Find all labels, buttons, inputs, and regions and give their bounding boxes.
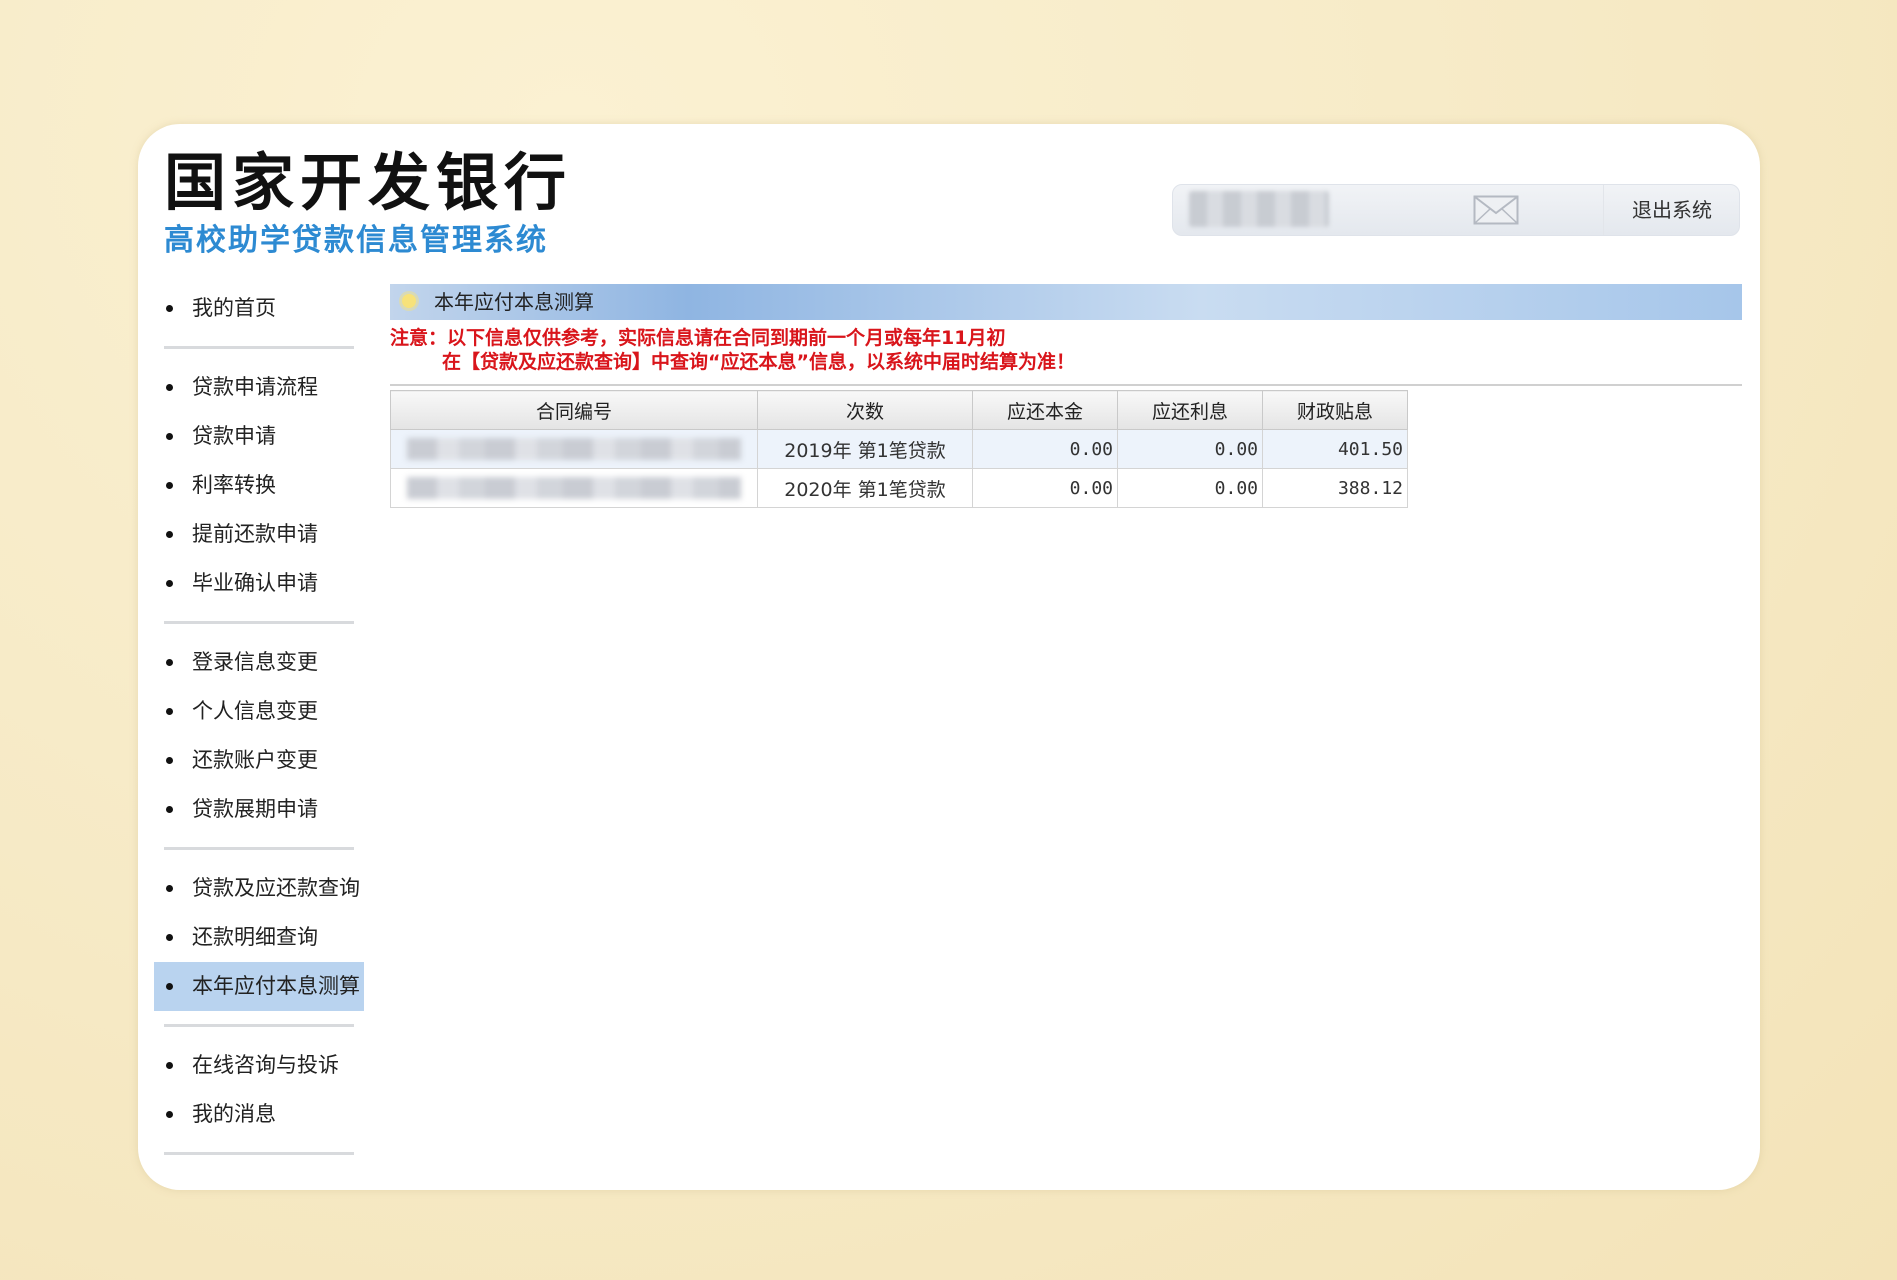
mail-icon[interactable] (1473, 195, 1519, 225)
bullet-icon (166, 757, 173, 764)
user-name-redacted (1189, 191, 1329, 227)
sidebar-item-label: 利率转换 (192, 473, 276, 497)
interest-cell: 0.00 (1117, 468, 1263, 508)
brand-logo: 国家开发银行 高校助学贷款信息管理系统 (164, 152, 572, 256)
sidebar-item-label: 我的消息 (192, 1102, 276, 1126)
sidebar-item[interactable]: 利率转换 (154, 461, 364, 510)
sidebar-item[interactable]: 贷款申请 (154, 412, 364, 461)
bullet-icon (166, 885, 173, 892)
sidebar-item-label: 毕业确认申请 (192, 571, 318, 595)
sidebar-item-label: 本年应付本息测算 (192, 974, 360, 998)
sidebar-item[interactable]: 还款明细查询 (154, 913, 364, 962)
brand-title: 国家开发银行 (164, 146, 573, 219)
count-cell: 2019年 第1笔贷款 (757, 429, 973, 469)
bullet-icon (166, 708, 173, 715)
bullet-icon (166, 983, 173, 990)
sidebar-divider (164, 1024, 354, 1027)
principal-cell: 0.00 (972, 468, 1118, 508)
notice-line-2: 在【贷款及应还款查询】中查询“应还本息”信息，以系统中届时结算为准！ (442, 351, 1075, 373)
sidebar-item-label: 贷款展期申请 (192, 797, 318, 821)
main-content: 本年应付本息测算 注意：以下信息仅供参考，实际信息请在合同到期前一个月或每年11… (390, 284, 1742, 508)
bullet-icon (166, 1062, 173, 1069)
sidebar-item[interactable]: 本年应付本息测算 (154, 962, 364, 1011)
sidebar-divider (164, 847, 354, 850)
principal-cell: 0.00 (972, 429, 1118, 469)
bullet-icon (166, 531, 173, 538)
sidebar-item-label: 贷款申请流程 (192, 375, 318, 399)
subsidy-cell: 401.50 (1262, 429, 1408, 469)
bullet-icon (166, 305, 173, 312)
sidebar-item-label: 贷款及应还款查询 (192, 876, 360, 900)
sidebar-item-label: 我的首页 (192, 296, 276, 320)
sidebar-item[interactable]: 还款账户变更 (154, 736, 364, 785)
col-header-interest: 应还利息 (1117, 390, 1263, 430)
sidebar-nav: 我的首页贷款申请流程 贷款申请利率转换提前还款申请 毕业确认申请 登录信息变更 个人信息… (154, 284, 364, 1169)
sidebar-item-label: 在线咨询与投诉 (192, 1053, 339, 1077)
bullet-icon (166, 806, 173, 813)
sidebar-item[interactable]: 我的首页 (154, 284, 364, 333)
sidebar-item[interactable]: 提前还款申请 (154, 510, 364, 559)
notice-line-1: 注意：以下信息仅供参考，实际信息请在合同到期前一个月或每年11月初 (390, 327, 1006, 349)
sidebar-item[interactable]: 登录信息变更 (154, 638, 364, 687)
col-header-subsidy: 财政贴息 (1262, 390, 1408, 430)
sidebar-divider (164, 1152, 354, 1155)
sidebar-item-label: 提前还款申请 (192, 522, 318, 546)
sidebar-item-label: 个人信息变更 (192, 699, 318, 723)
sidebar-item[interactable]: 毕业确认申请 (154, 559, 364, 608)
table-row: 2019年 第1笔贷款 0.00 0.00 401.50 (390, 429, 1408, 469)
col-header-principal: 应还本金 (972, 390, 1118, 430)
interest-cell: 0.00 (1117, 429, 1263, 469)
sidebar-divider (164, 621, 354, 624)
sidebar-divider (164, 346, 354, 349)
bullet-icon (166, 659, 173, 666)
bullet-icon (166, 934, 173, 941)
count-cell: 2020年 第1笔贷款 (757, 468, 973, 508)
sidebar-item-label: 登录信息变更 (192, 650, 318, 674)
section-title: 本年应付本息测算 (434, 290, 594, 314)
sidebar-item[interactable]: 在线咨询与投诉 (154, 1041, 364, 1090)
sidebar-item-label: 还款明细查询 (192, 925, 318, 949)
sidebar-item[interactable]: 个人信息变更 (154, 687, 364, 736)
notice-text: 注意：以下信息仅供参考，实际信息请在合同到期前一个月或每年11月初 在【贷款及应… (390, 326, 1742, 374)
col-header-count: 次数 (757, 390, 973, 430)
divider (390, 384, 1742, 386)
subsidy-cell: 388.12 (1262, 468, 1408, 508)
app-window: 国家开发银行 高校助学贷款信息管理系统 退出系统 我的首页贷款申请流程 贷款申请利… (138, 124, 1760, 1190)
sidebar-item[interactable]: 贷款展期申请 (154, 785, 364, 834)
table-row: 2020年 第1笔贷款 0.00 0.00 388.12 (390, 468, 1408, 508)
table-header-row: 合同编号 次数 应还本金 应还利息 财政贴息 (390, 390, 1408, 430)
sidebar-item-label: 贷款申请 (192, 424, 276, 448)
bullet-icon (166, 433, 173, 440)
sidebar-item[interactable]: 贷款申请流程 (154, 363, 364, 412)
sidebar-item-label: 还款账户变更 (192, 748, 318, 772)
sidebar-item[interactable]: 贷款及应还款查询 (154, 864, 364, 913)
contract-number-redacted (390, 429, 758, 469)
logout-button[interactable]: 退出系统 (1603, 185, 1740, 235)
section-header: 本年应付本息测算 (390, 284, 1742, 320)
contract-number-redacted (390, 468, 758, 508)
sidebar-item[interactable]: 我的消息 (154, 1090, 364, 1139)
bullet-icon (166, 384, 173, 391)
sun-icon (402, 294, 416, 308)
bullet-icon (166, 1111, 173, 1118)
col-header-contract: 合同编号 (390, 390, 758, 430)
bullet-icon (166, 580, 173, 587)
bullet-icon (166, 482, 173, 489)
user-toolbar: 退出系统 (1172, 184, 1740, 236)
brand-subtitle: 高校助学贷款信息管理系统 (164, 223, 548, 258)
repayment-table: 合同编号 次数 应还本金 应还利息 财政贴息 2019年 第1笔贷款 0.00 … (390, 390, 1408, 508)
